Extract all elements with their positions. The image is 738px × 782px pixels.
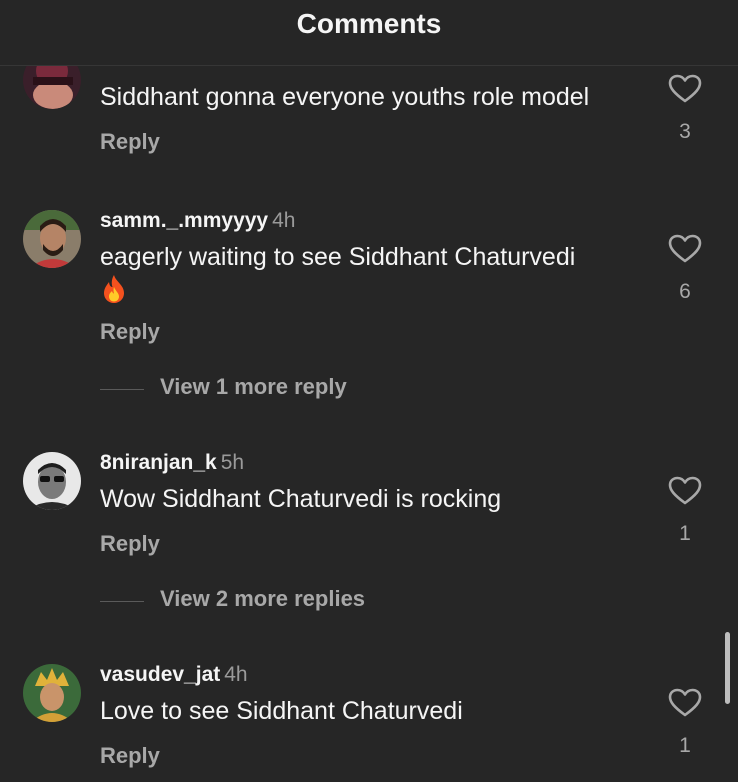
- comment-text: eagerly waiting to see Siddhant Chaturve…: [100, 241, 640, 307]
- comment-meta: 8niranjan_k 5h: [100, 451, 244, 475]
- page-title: Comments: [296, 8, 442, 39]
- like-heart-icon[interactable]: [668, 688, 702, 718]
- avatar-image: [23, 664, 81, 722]
- like-heart-icon[interactable]: [668, 476, 702, 506]
- header-divider: [0, 65, 738, 66]
- like-count: 6: [679, 280, 691, 303]
- like-heart-icon[interactable]: [668, 74, 702, 104]
- timestamp: 4h: [224, 663, 248, 686]
- header-bar: Comments: [0, 0, 738, 66]
- timestamp: 5h: [220, 451, 245, 474]
- avatar[interactable]: [23, 664, 81, 722]
- like-count: 3: [679, 120, 691, 143]
- username[interactable]: vasudev_jat: [100, 663, 220, 686]
- view-more-replies-label: View 2 more replies: [160, 586, 366, 611]
- avatar[interactable]: [23, 210, 81, 268]
- like-heart-icon[interactable]: [668, 234, 702, 264]
- comment-text: Siddhant gonna everyone youths role mode…: [100, 83, 590, 111]
- comment-text: Wow Siddhant Chaturvedi is rocking: [100, 485, 502, 513]
- reply-button[interactable]: Reply: [100, 743, 160, 769]
- fire-emoji-icon: [100, 274, 128, 304]
- username[interactable]: 8niranjan_k: [100, 451, 217, 474]
- reply-button[interactable]: Reply: [100, 531, 160, 557]
- like-count: 1: [679, 734, 691, 757]
- avatar-image: [23, 452, 81, 510]
- divider-line: [100, 601, 144, 602]
- timestamp: 4h: [272, 209, 296, 232]
- scrollbar[interactable]: [725, 632, 730, 704]
- reply-button[interactable]: Reply: [100, 129, 160, 155]
- divider-line: [100, 389, 144, 390]
- comment-text: Love to see Siddhant Chaturvedi: [100, 697, 463, 725]
- comment-meta: samm._.mmyyyy 4h: [100, 209, 295, 233]
- avatar[interactable]: [23, 452, 81, 510]
- username[interactable]: samm._.mmyyyy: [100, 209, 268, 232]
- avatar-image: [23, 210, 81, 268]
- comment-text-content: eagerly waiting to see Siddhant Chaturve…: [100, 243, 576, 271]
- reply-button[interactable]: Reply: [100, 319, 160, 345]
- comments-feed[interactable]: Siddhant gonna everyone youths role mode…: [0, 0, 738, 782]
- view-more-replies-label: View 1 more reply: [160, 374, 347, 399]
- comment-meta: vasudev_jat 4h: [100, 663, 248, 687]
- like-count: 1: [679, 522, 691, 545]
